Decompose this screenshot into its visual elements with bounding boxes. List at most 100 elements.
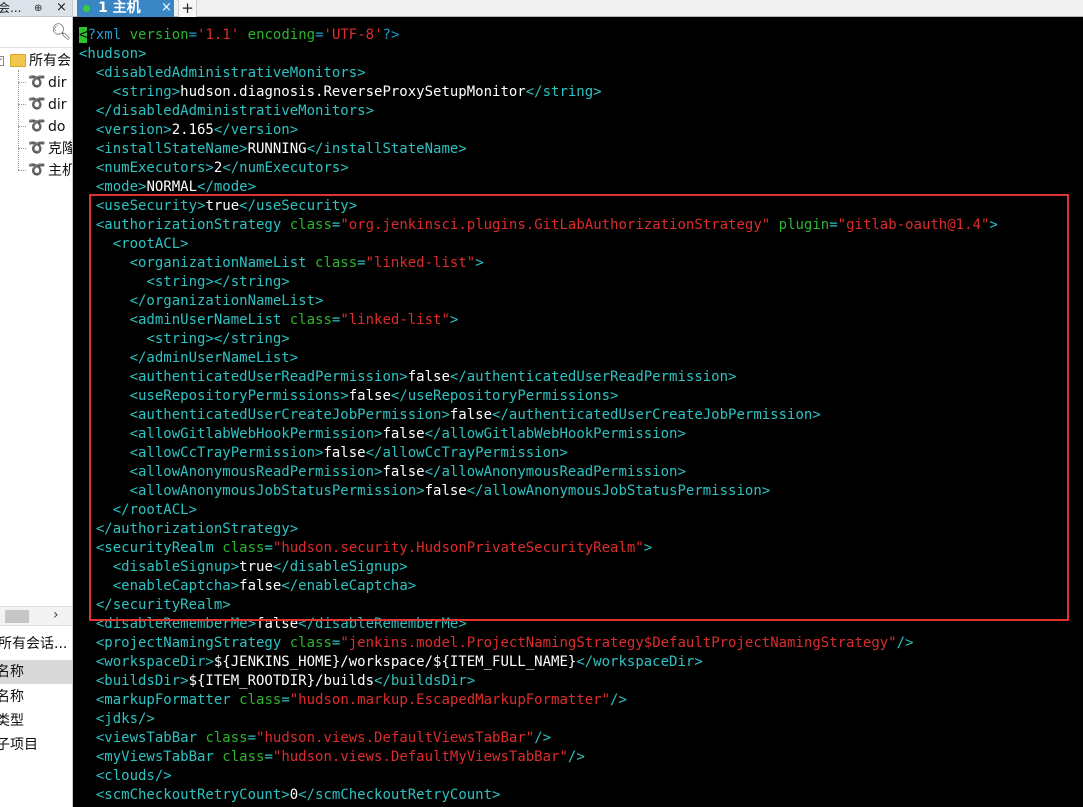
terminal-token: <clouds/>	[95, 768, 172, 784]
terminal-token: 'UTF-8'	[323, 27, 383, 43]
search-icon[interactable]: 🔍︎	[51, 22, 71, 41]
terminal-token: class	[239, 692, 282, 708]
terminal-token: </version>	[213, 122, 299, 138]
properties-title: 所有会话...	[0, 629, 72, 659]
terminal-token: <disabledAdministrativeMonitors>	[95, 65, 366, 81]
tree-connector	[18, 170, 26, 171]
terminal-line: <numExecutors>2</numExecutors>	[79, 159, 349, 178]
close-icon[interactable]: ×	[56, 0, 67, 16]
add-tab-button[interactable]: +	[178, 0, 197, 17]
terminal-token: <organizationNameList	[129, 255, 316, 271]
terminal-line: <hudson>	[79, 45, 146, 64]
session-icon: ➰	[28, 162, 46, 178]
close-tab-icon[interactable]: ×	[161, 0, 172, 16]
scroll-right-icon[interactable]: ›	[53, 607, 59, 623]
session-search-row[interactable]: 🔍︎	[0, 18, 72, 48]
terminal-line: <clouds/>	[79, 767, 172, 786]
terminal-token: =	[315, 27, 324, 43]
horizontal-scrollbar[interactable]: ›	[0, 606, 72, 626]
terminal-line: <version>2.165</version>	[79, 121, 298, 140]
terminal-token: ${JENKINS_HOME}/workspace/${ITEM_FULL_NA…	[213, 654, 577, 670]
terminal-token: </adminUserNameList>	[129, 350, 299, 366]
terminal-token: version	[129, 27, 189, 43]
terminal-line: </rootACL>	[79, 501, 197, 520]
terminal-token: </disableSignup>	[272, 559, 408, 575]
session-icon: ➰	[28, 74, 46, 90]
terminal-token: false	[256, 616, 299, 632]
terminal-line: <disableRememberMe>false</disableRemembe…	[79, 615, 467, 634]
terminal-line: <mode>NORMAL</mode>	[79, 178, 256, 197]
terminal-token: >	[989, 217, 998, 233]
terminal-token: </scmCheckoutRetryCount>	[298, 787, 501, 803]
terminal-token: >	[475, 255, 484, 271]
terminal-output[interactable]: <?xml version='1.1' encoding='UTF-8'?> <h…	[73, 17, 1083, 807]
terminal-token: class	[289, 635, 332, 651]
terminal-token: false	[449, 407, 493, 423]
terminal-token: "jenkins.model.ProjectNamingStrategy$Def…	[340, 635, 897, 651]
terminal-line: <installStateName>RUNNING</installStateN…	[79, 140, 467, 159]
terminal-line: <myViewsTabBar class="hudson.views.Defau…	[79, 748, 585, 767]
collapse-icon[interactable]: −	[0, 56, 4, 66]
terminal-token: <useSecurity>	[95, 198, 206, 214]
terminal-token: </enableCaptcha>	[281, 578, 417, 594]
terminal-token: <securityRealm	[95, 540, 223, 556]
terminal-token: false	[424, 483, 467, 499]
terminal-token: >	[643, 540, 653, 556]
terminal-token: </workspaceDir>	[576, 654, 703, 670]
terminal-token: class	[289, 217, 332, 233]
terminal-line: <buildsDir>${ITEM_ROOTDIR}/builds</build…	[79, 672, 475, 691]
terminal-line: <jdks/>	[79, 710, 155, 729]
terminal-token: />	[896, 635, 914, 651]
terminal-line: <enableCaptcha>false</enableCaptcha>	[79, 577, 416, 596]
terminal-token: <workspaceDir>	[95, 654, 214, 670]
property-row[interactable]: 名称	[0, 685, 72, 709]
terminal-token: ?>	[382, 27, 400, 43]
terminal-token: =	[247, 730, 257, 746]
terminal-token: ${ITEM_ROOTDIR}/builds	[188, 673, 375, 689]
terminal-token: class	[289, 312, 332, 328]
property-row[interactable]: 类型	[0, 709, 72, 733]
tree-connector	[18, 70, 19, 170]
terminal-token: class	[205, 730, 248, 746]
terminal-token: <authenticatedUserCreateJobPermission>	[129, 407, 450, 423]
property-row[interactable]: 子项目	[0, 733, 72, 757]
terminal-line: <useRepositoryPermissions>false</useRepo…	[79, 387, 619, 406]
terminal-line: <markupFormatter class="hudson.markup.Es…	[79, 691, 627, 710]
pin-icon[interactable]: ⊕	[34, 1, 42, 16]
tab-host-1[interactable]: 1 主机 ×	[77, 0, 174, 17]
terminal-token: encoding	[247, 27, 316, 43]
property-label: 子项目	[0, 737, 38, 753]
terminal-token: <authorizationStrategy	[95, 217, 290, 233]
terminal-token: =	[829, 217, 838, 233]
terminal-token: <allowAnonymousReadPermission>	[129, 464, 383, 480]
terminal-token: </allowAnonymousJobStatusPermission>	[466, 483, 771, 499]
terminal-token: false	[348, 388, 391, 404]
scrollbar-thumb[interactable]	[5, 610, 29, 623]
terminal-token: class	[315, 255, 358, 271]
session-tab-bar: 1 主机 × +	[73, 0, 1083, 17]
terminal-line: <disabledAdministrativeMonitors>	[79, 64, 366, 83]
tab-label: 1 主机	[98, 0, 141, 16]
terminal-token: =	[281, 692, 290, 708]
terminal-line: <string></string>	[79, 273, 289, 292]
terminal-token: <numExecutors>	[95, 160, 214, 176]
terminal-line: <viewsTabBar class="hudson.views.Default…	[79, 729, 551, 748]
terminal-token: <disableSignup>	[112, 559, 240, 575]
tree-connector	[18, 148, 26, 149]
terminal-token: <jdks/>	[95, 711, 155, 727]
terminal-token: <useRepositoryPermissions>	[129, 388, 349, 404]
